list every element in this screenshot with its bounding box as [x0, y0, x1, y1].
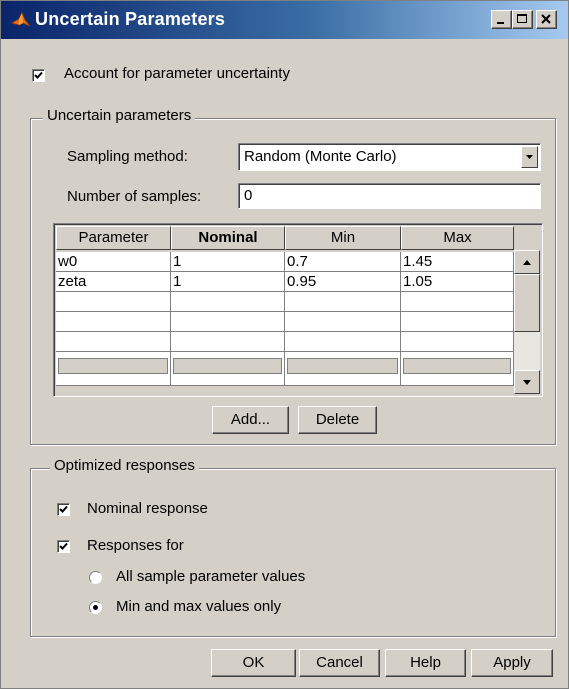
table-cell[interactable] [285, 292, 401, 312]
min-max-values-label: Min and max values only [116, 598, 282, 615]
table-cell[interactable] [285, 332, 401, 352]
table-cell[interactable]: zeta [56, 272, 171, 292]
table-cell[interactable] [401, 352, 514, 386]
arrow-down-icon [523, 380, 531, 385]
title-bar[interactable]: Uncertain Parameters [1, 1, 568, 39]
table-cell[interactable] [401, 312, 514, 332]
table-cell[interactable]: 1.05 [401, 272, 514, 292]
ok-button[interactable]: OK [211, 649, 296, 677]
table-cell[interactable] [285, 312, 401, 332]
table-cell[interactable] [171, 352, 285, 386]
column-header-nominal[interactable]: Nominal [171, 226, 285, 250]
optimized-responses-title: Optimized responses [50, 457, 199, 474]
scroll-up-button[interactable] [514, 250, 540, 274]
uncertain-parameters-dialog: Uncertain Parameters Account for paramet… [0, 0, 569, 689]
table-cell[interactable] [285, 352, 401, 386]
sampling-method-dropdown[interactable]: Random (Monte Carlo) [238, 143, 541, 171]
table-cell[interactable] [56, 292, 171, 312]
add-button[interactable]: Add... [212, 406, 289, 434]
dropdown-button[interactable] [521, 146, 538, 168]
table-cell[interactable]: 1 [171, 252, 285, 272]
number-of-samples-value: 0 [244, 187, 253, 204]
table-cell[interactable] [171, 332, 285, 352]
table-cell[interactable]: 1 [171, 272, 285, 292]
scrollbar-thumb[interactable] [514, 274, 540, 332]
table-cell[interactable]: 1.45 [401, 252, 514, 272]
table-cell[interactable] [401, 332, 514, 352]
matlab-icon [11, 12, 31, 27]
number-of-samples-input[interactable]: 0 [238, 183, 541, 209]
uncertain-parameters-title: Uncertain parameters [43, 107, 196, 124]
number-of-samples-label: Number of samples: [67, 188, 202, 205]
window-title: Uncertain Parameters [35, 9, 226, 29]
sampling-method-label: Sampling method: [67, 148, 188, 165]
close-button[interactable] [536, 10, 557, 29]
table-cell[interactable] [401, 292, 514, 312]
column-header-min[interactable]: Min [285, 226, 401, 250]
table-cell[interactable] [56, 312, 171, 332]
minimize-icon [497, 22, 504, 24]
table-cell[interactable] [56, 332, 171, 352]
all-sample-values-label: All sample parameter values [116, 568, 306, 585]
table-cell[interactable]: w0 [56, 252, 171, 272]
min-max-values-radio[interactable] [89, 601, 102, 614]
nominal-response-checkbox[interactable] [57, 503, 70, 516]
table-cell[interactable] [56, 352, 171, 386]
close-icon [541, 14, 551, 24]
radio-selected-dot [93, 605, 98, 610]
all-sample-values-radio[interactable] [89, 571, 102, 584]
cancel-button[interactable]: Cancel [299, 649, 380, 677]
vertical-scrollbar[interactable] [514, 250, 540, 394]
nominal-response-label: Nominal response [87, 500, 208, 517]
delete-button[interactable]: Delete [298, 406, 377, 434]
column-header-parameter[interactable]: Parameter [56, 226, 171, 250]
minimize-button[interactable] [491, 10, 512, 29]
table-cell[interactable] [171, 312, 285, 332]
table-cell[interactable]: 0.95 [285, 272, 401, 292]
scroll-down-button[interactable] [514, 370, 540, 394]
chevron-down-icon [526, 155, 533, 159]
account-uncertainty-checkbox[interactable] [32, 69, 45, 82]
account-uncertainty-label: Account for parameter uncertainty [64, 65, 290, 82]
sampling-method-value: Random (Monte Carlo) [244, 148, 397, 165]
checkmark-icon [59, 542, 68, 550]
responses-for-checkbox[interactable] [57, 540, 70, 553]
maximize-button[interactable] [512, 10, 533, 29]
table-cell[interactable]: 0.7 [285, 252, 401, 272]
checkmark-icon [59, 505, 68, 513]
maximize-icon [517, 14, 527, 23]
column-header-max[interactable]: Max [401, 226, 514, 250]
checkmark-icon [34, 71, 43, 79]
responses-for-label: Responses for [87, 537, 184, 554]
help-button[interactable]: Help [385, 649, 466, 677]
table-cell[interactable] [171, 292, 285, 312]
apply-button[interactable]: Apply [471, 649, 553, 677]
parameter-table: Parameter Nominal Min Max w0 1 0.7 1.45 … [53, 223, 543, 397]
arrow-up-icon [523, 260, 531, 265]
